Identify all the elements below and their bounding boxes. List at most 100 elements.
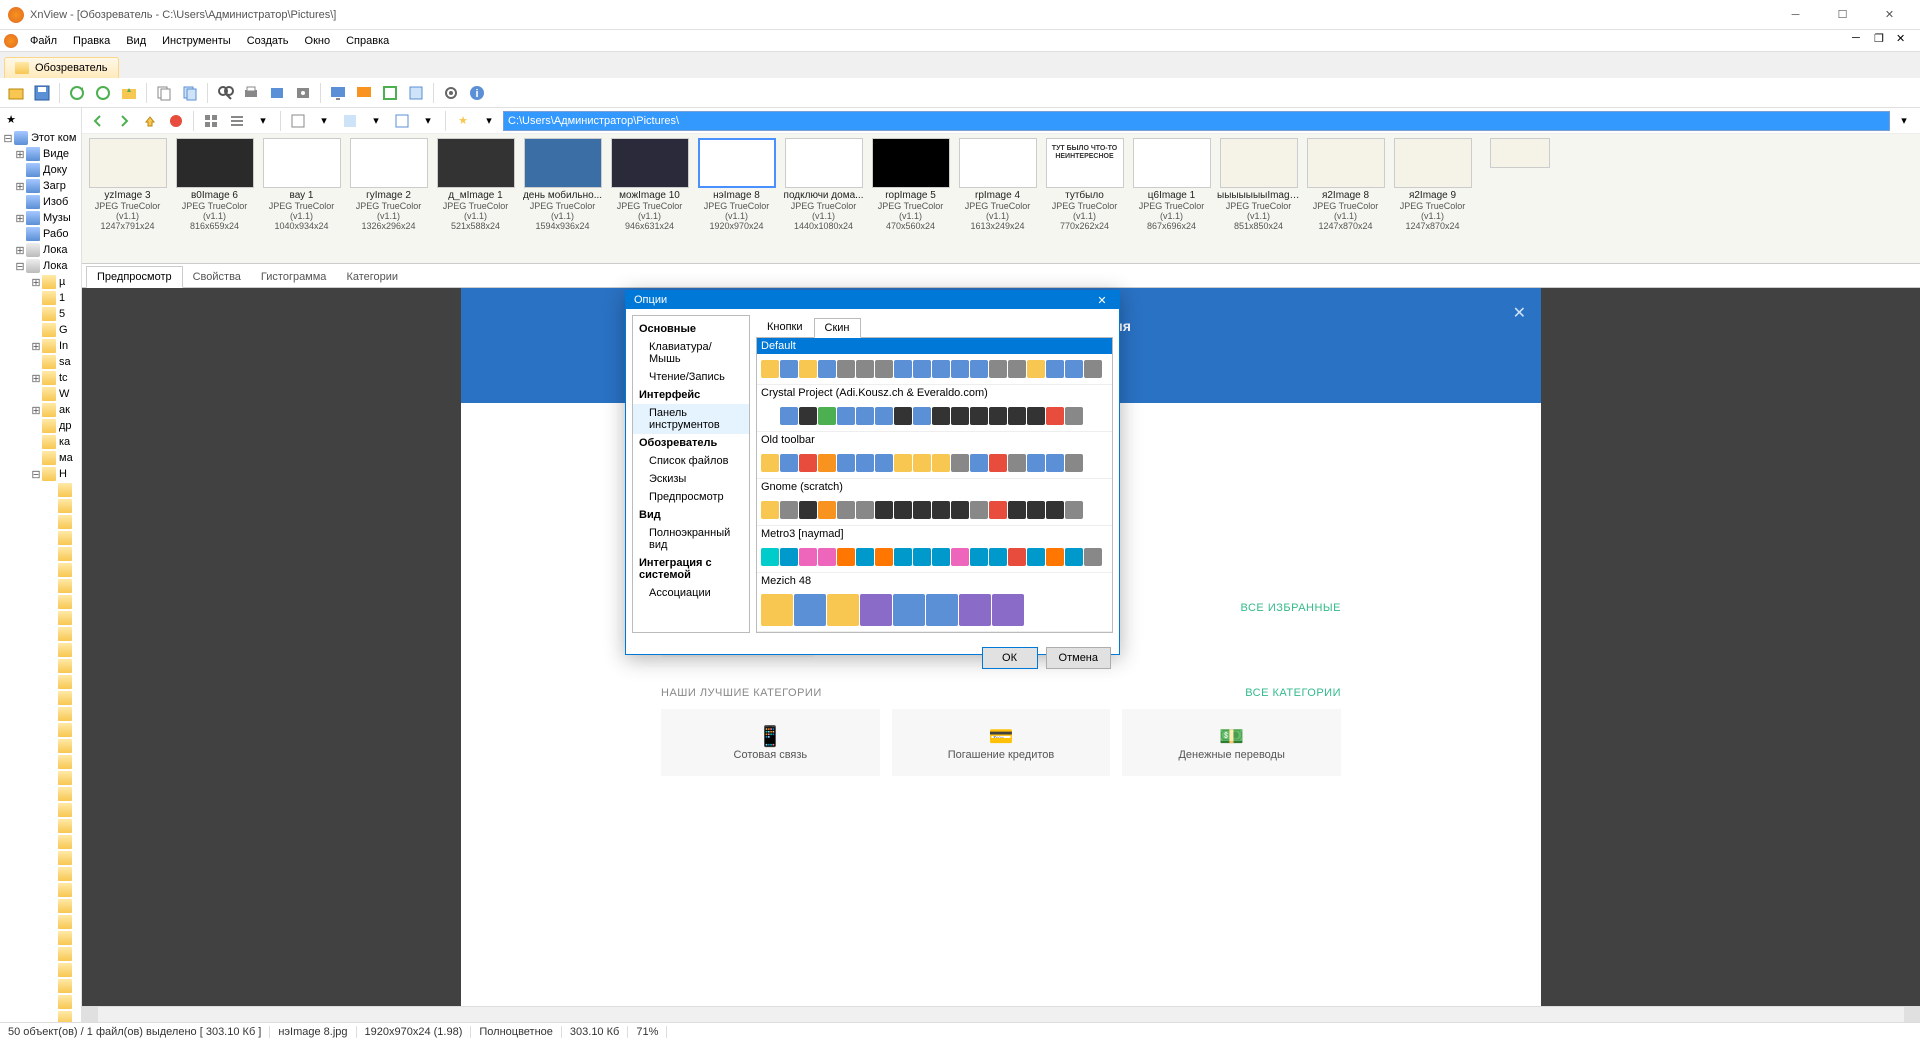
sort-icon[interactable] — [286, 109, 310, 133]
slideshow2-icon[interactable] — [352, 81, 376, 105]
thumbnail-item[interactable]: я2Image 9JPEG TrueColor (v1.1)1247x870x2… — [1391, 138, 1474, 259]
nav-stop-icon[interactable] — [164, 109, 188, 133]
view-details-icon[interactable]: ▾ — [251, 109, 275, 133]
fav-dd-icon[interactable]: ▾ — [477, 109, 501, 133]
nav-item-fullscreen[interactable]: Полноэкранный вид — [633, 524, 749, 554]
skin-item[interactable]: Crystal Project (Adi.Kousz.ch & Everaldo… — [757, 385, 1112, 432]
save-icon[interactable] — [30, 81, 54, 105]
menu-file[interactable]: Файл — [22, 33, 65, 49]
thumbnail-item[interactable]: вау 1JPEG TrueColor (v1.1)1040x934x24 — [260, 138, 343, 259]
nav-up-icon[interactable] — [138, 109, 162, 133]
nav-back-icon[interactable] — [86, 109, 110, 133]
thumbnail-item[interactable]: ropImage 5JPEG TrueColor (v1.1)470x560x2… — [869, 138, 952, 259]
nav-item-toolbar[interactable]: Панель инструментов — [633, 404, 749, 434]
mdi-restore-button[interactable]: ❐ — [1874, 32, 1894, 50]
scan-icon[interactable] — [265, 81, 289, 105]
skin-item[interactable]: Mezich 48 — [757, 573, 1112, 632]
view-list-icon[interactable] — [225, 109, 249, 133]
nav-item-readwrite[interactable]: Чтение/Запись — [633, 368, 749, 386]
banner-close-icon[interactable]: ✕ — [1513, 303, 1526, 323]
thumbnail-item[interactable]: д_мImage 1JPEG TrueColor (v1.1)521x588x2… — [434, 138, 517, 259]
tree-disk-icon[interactable] — [22, 110, 40, 128]
copy-icon[interactable] — [152, 81, 176, 105]
dialog-titlebar[interactable]: Опции ✕ — [626, 291, 1119, 309]
thumbnail-item[interactable]: ыыыыыыыImage 1JPEG TrueColor (v1.1)851x8… — [1217, 138, 1300, 259]
batch-icon[interactable] — [404, 81, 428, 105]
cat-link[interactable]: Все категории — [1245, 687, 1341, 699]
nav-group[interactable]: Интерфейс — [633, 386, 749, 404]
tree-star-icon[interactable]: ★ — [2, 110, 20, 128]
thumbnail-item[interactable]: ТУТ БЫЛО ЧТО-ТО НЕИНТЕРЕСНОЕтутбылоJPEG … — [1043, 138, 1126, 259]
thumbnail-item[interactable]: я2Image 8JPEG TrueColor (v1.1)1247x870x2… — [1304, 138, 1387, 259]
preview-scrollbar[interactable] — [82, 1006, 1920, 1022]
cat-item[interactable]: 📱Сотовая связь — [661, 709, 880, 776]
fav-star-icon[interactable]: ★ — [451, 109, 475, 133]
mdi-minimize-button[interactable]: ─ — [1852, 32, 1872, 50]
address-bar[interactable]: C:\Users\Администратор\Pictures\ — [503, 111, 1890, 131]
menu-view[interactable]: Вид — [118, 33, 154, 49]
folder-tree[interactable]: ⊟Этот ком ⊞Виде Доку ⊞Загр Изоб ⊞Музы Ра… — [0, 130, 81, 1022]
skin-list[interactable]: DefaultCrystal Project (Adi.Kousz.ch & E… — [756, 337, 1113, 633]
skin-item[interactable]: Default — [757, 338, 1112, 385]
ok-button[interactable]: ОК — [982, 647, 1038, 669]
menu-window[interactable]: Окно — [297, 33, 339, 49]
thumbnail-item[interactable]: yzImage 3JPEG TrueColor (v1.1)1247x791x2… — [86, 138, 169, 259]
thumbnail-item[interactable]: гуImage 2JPEG TrueColor (v1.1)1326x296x2… — [347, 138, 430, 259]
layout-dd-icon[interactable]: ▾ — [416, 109, 440, 133]
thumbnail-item[interactable]: в0Image 6JPEG TrueColor (v1.1)816x659x24 — [173, 138, 256, 259]
refresh2-icon[interactable] — [91, 81, 115, 105]
nav-item-keyboard[interactable]: Клавиатура/Мышь — [633, 338, 749, 368]
view-thumbs-icon[interactable] — [199, 109, 223, 133]
thumbnail-item[interactable]: можImage 10JPEG TrueColor (v1.1)946x631x… — [608, 138, 691, 259]
cancel-button[interactable]: Отмена — [1046, 647, 1111, 669]
nav-group[interactable]: Интеграция с системой — [633, 554, 749, 584]
tab-browser[interactable]: Обозреватель — [4, 57, 119, 78]
cat-item[interactable]: 💵Денежные переводы — [1122, 709, 1341, 776]
thumbnail-item[interactable]: rpImage 4JPEG TrueColor (v1.1)1613x249x2… — [956, 138, 1039, 259]
skin-item[interactable]: Gnome (scratch) — [757, 479, 1112, 526]
thumbnail-item[interactable]: ц6Image 1JPEG TrueColor (v1.1)867x696x24 — [1130, 138, 1213, 259]
thumbnail-item[interactable]: подключи дома...JPEG TrueColor (v1.1)144… — [782, 138, 865, 259]
menu-tools[interactable]: Инструменты — [154, 33, 239, 49]
tab-histogram[interactable]: Гистограмма — [251, 267, 337, 287]
minimize-button[interactable]: ─ — [1773, 2, 1818, 28]
thumbnail-item[interactable]: нэImage 8JPEG TrueColor (v1.1)1920x970x2… — [695, 138, 778, 259]
dialog-tab-skin[interactable]: Скин — [814, 318, 861, 338]
slideshow-icon[interactable] — [326, 81, 350, 105]
copy2-icon[interactable] — [178, 81, 202, 105]
print-icon[interactable] — [239, 81, 263, 105]
mdi-close-button[interactable]: ✕ — [1896, 32, 1916, 50]
menu-help[interactable]: Справка — [338, 33, 397, 49]
thumbnail-item[interactable]: день мобильно...JPEG TrueColor (v1.1)159… — [521, 138, 604, 259]
maximize-button[interactable]: ☐ — [1820, 2, 1865, 28]
skin-item[interactable]: Old toolbar — [757, 432, 1112, 479]
close-button[interactable]: ✕ — [1867, 2, 1912, 28]
nav-item-thumbs[interactable]: Эскизы — [633, 470, 749, 488]
convert-icon[interactable] — [378, 81, 402, 105]
nav-item-assoc[interactable]: Ассоциации — [633, 584, 749, 602]
sort-dd-icon[interactable]: ▾ — [312, 109, 336, 133]
nav-group[interactable]: Обозреватель — [633, 434, 749, 452]
nav-fwd-icon[interactable] — [112, 109, 136, 133]
tab-preview[interactable]: Предпросмотр — [86, 266, 183, 288]
dialog-close-icon[interactable]: ✕ — [1093, 291, 1111, 309]
thumbnail-item[interactable] — [1478, 138, 1561, 259]
addr-dd-icon[interactable]: ▾ — [1892, 109, 1916, 133]
nav-item-preview[interactable]: Предпросмотр — [633, 488, 749, 506]
search-icon[interactable] — [213, 81, 237, 105]
filter-icon[interactable] — [338, 109, 362, 133]
info-icon[interactable]: i — [465, 81, 489, 105]
nav-group[interactable]: Вид — [633, 506, 749, 524]
acquire-icon[interactable] — [291, 81, 315, 105]
open-icon[interactable] — [4, 81, 28, 105]
skin-item[interactable]: Metro3 [naymad] — [757, 526, 1112, 573]
layout-icon[interactable] — [390, 109, 414, 133]
nav-group[interactable]: Основные — [633, 320, 749, 338]
filter-dd-icon[interactable]: ▾ — [364, 109, 388, 133]
cat-item[interactable]: 💳Погашение кредитов — [892, 709, 1111, 776]
tab-properties[interactable]: Свойства — [183, 267, 251, 287]
quick-icon[interactable] — [117, 81, 141, 105]
gear-icon[interactable] — [439, 81, 463, 105]
dialog-tab-buttons[interactable]: Кнопки — [756, 317, 814, 337]
refresh-icon[interactable] — [65, 81, 89, 105]
